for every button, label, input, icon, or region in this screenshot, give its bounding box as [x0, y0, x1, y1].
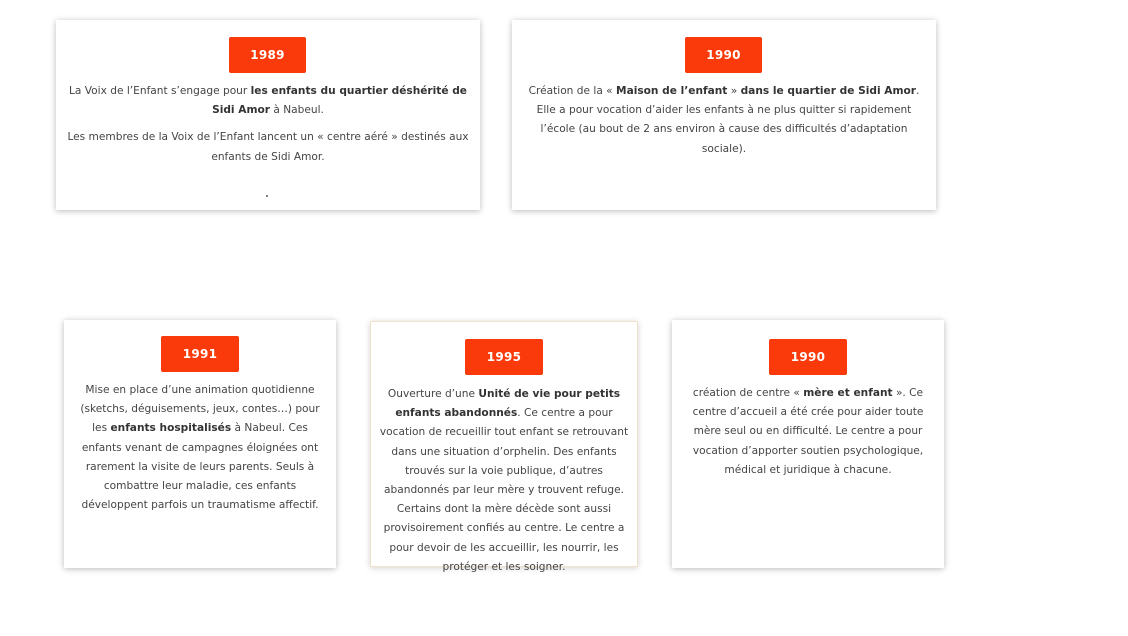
card-paragraph: Mise en place d’une animation quotidienn… [72, 381, 328, 515]
card-text: Mise en place d’une animation quotidienn… [72, 381, 328, 523]
card-paragraph: La Voix de l’Enfant s’engage pour les en… [62, 82, 474, 120]
card-text: création de centre « mère et enfant ». C… [684, 384, 932, 488]
text-run: Les membres de la Voix de l’Enfant lance… [67, 131, 469, 163]
timeline-card-1990-b: 1990 création de centre « mère et enfant… [672, 320, 944, 568]
timeline-card-1991: 1991 Mise en place d’une animation quoti… [64, 320, 336, 568]
text-run: Création de la « [528, 85, 617, 97]
year-badge: 1990 [769, 339, 847, 375]
bold-text: Maison de l’enfant [616, 85, 728, 97]
bold-text: mère et enfant [803, 387, 893, 399]
card-text: La Voix de l’Enfant s’engage pour les en… [62, 82, 474, 175]
card-paragraph: création de centre « mère et enfant ». C… [684, 384, 932, 480]
year-badge: 1990 [685, 37, 762, 73]
text-run: création de centre « [692, 387, 804, 399]
text-run: » [727, 85, 741, 97]
timeline-card-1995: 1995 Ouverture d’une Unité de vie pour p… [370, 321, 638, 573]
bold-text: les enfants du quartier déshérité de Sid… [212, 85, 467, 117]
year-badge: 1989 [229, 37, 306, 73]
card-paragraph: Création de la « Maison de l’enfant » da… [520, 82, 928, 159]
bold-text: dans le quartier de Sidi Amor [740, 85, 917, 97]
timeline-card-1989: 1989 La Voix de l’Enfant s’engage pour l… [56, 20, 480, 210]
year-badge: 1991 [161, 336, 239, 372]
text-run: . Ce centre a pour vocation de recueilli… [379, 407, 629, 573]
card-text: Création de la « Maison de l’enfant » da… [520, 82, 928, 167]
text-run: à Nabeul. Ces enfants venant de campagne… [81, 422, 319, 512]
card-paragraph: Les membres de la Voix de l’Enfant lance… [62, 128, 474, 166]
trailing-dot [266, 195, 268, 197]
year-badge: 1995 [465, 339, 543, 375]
text-run: Ouverture d’une [387, 388, 479, 400]
bold-text: enfants hospitalisés [110, 422, 232, 435]
card-text: Ouverture d’une Unité de vie pour petits… [377, 385, 631, 585]
text-run: La Voix de l’Enfant s’engage pour [69, 85, 251, 97]
text-run: ». Ce centre d’accueil a été crée pour a… [692, 387, 924, 476]
text-run: à Nabeul. [269, 104, 324, 117]
timeline-card-1990: 1990 Création de la « Maison de l’enfant… [512, 20, 936, 210]
card-paragraph: Ouverture d’une Unité de vie pour petits… [377, 385, 631, 577]
